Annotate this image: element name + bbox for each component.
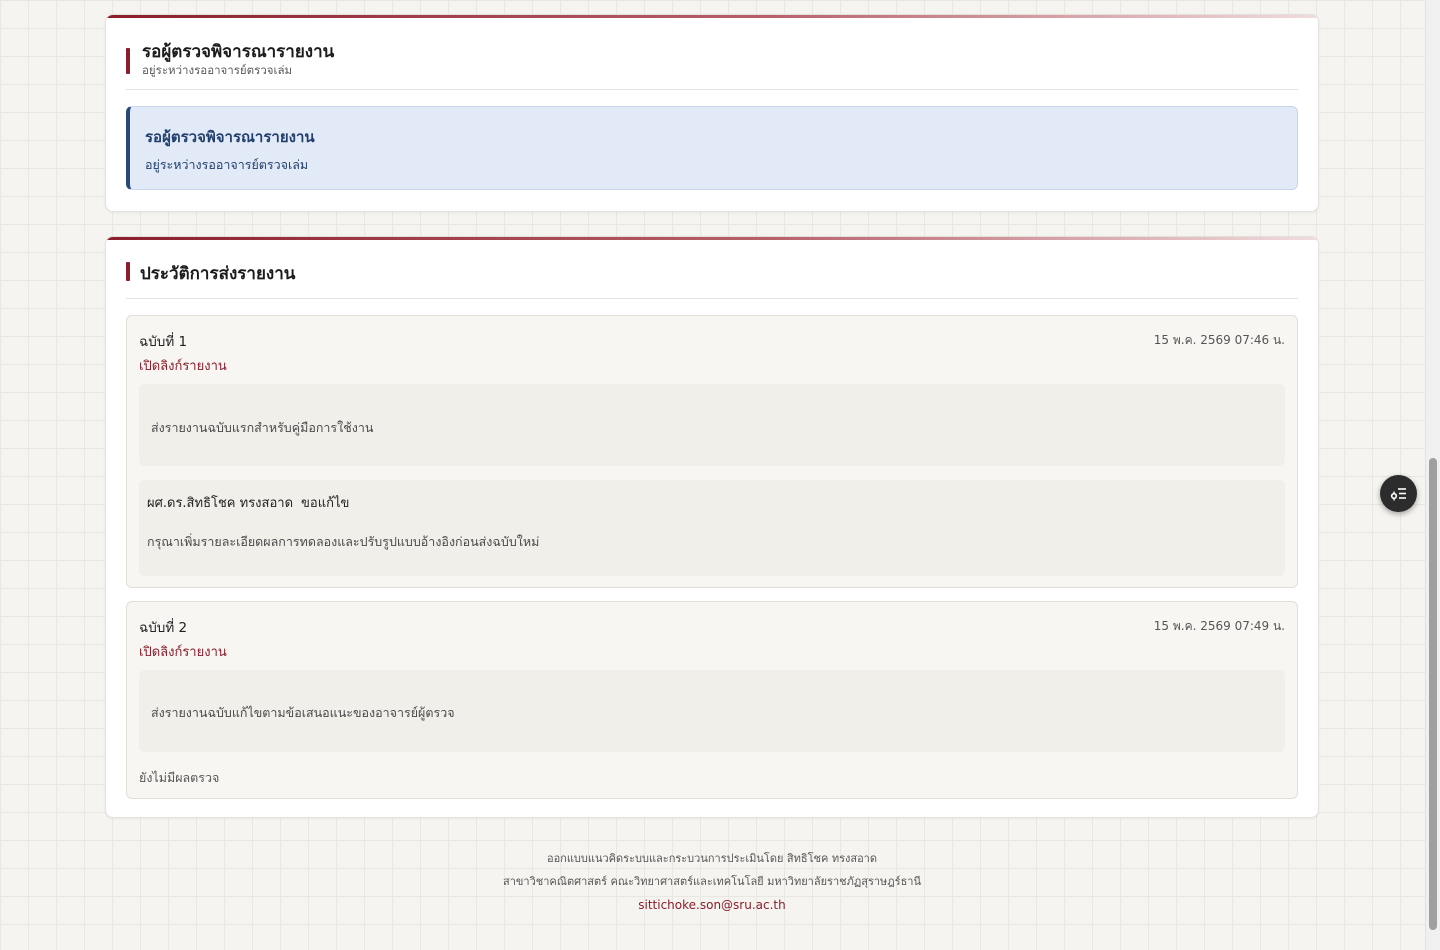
reviewer-line: ผศ.ดร.สิทธิโชค ทรงสอาด ขอแก้ไข	[147, 492, 349, 513]
review-result: ผศ.ดร.สิทธิโชค ทรงสอาด ขอแก้ไข กรุณาเพิ่ม…	[139, 480, 1285, 576]
open-report-link[interactable]: เปิดลิงก์รายงาน	[139, 355, 227, 376]
reviewer-name: ผศ.ดร.สิทธิโชค ทรงสอาด	[147, 496, 294, 511]
scrollbar-thumb[interactable]	[1429, 458, 1437, 930]
review-verdict: ขอแก้ไข	[301, 496, 350, 511]
submission-note-text: ส่งรายงานฉบับแก้ไขตามข้อเสนอแนะของอาจารย…	[151, 705, 455, 720]
history-card: ประวัติการส่งรายงาน ฉบับที่ 1 15 พ.ค. 25…	[105, 236, 1319, 818]
history-card-header: ประวัติการส่งรายงาน	[126, 257, 1298, 299]
card-top-accent	[106, 237, 1318, 240]
card-top-accent	[106, 15, 1318, 18]
page-scrollbar[interactable]	[1425, 0, 1440, 950]
submission-note-text: ส่งรายงานฉบับแรกสำหรับคู่มือการใช้งาน	[151, 420, 374, 435]
header-accent-bar	[126, 48, 130, 74]
header-accent-bar	[126, 262, 130, 281]
status-box: รอผู้ตรวจพิจารณารายงาน อยู่ระหว่างรออาจา…	[126, 106, 1298, 190]
version-date: 15 พ.ค. 2569 07:46 น.	[1153, 333, 1285, 347]
footer-affiliation: สาขาวิชาคณิตศาสตร์ คณะวิทยาศาสตร์และเทคโ…	[503, 875, 921, 888]
status-card: รอผู้ตรวจพิจารณารายงาน อยู่ระหว่างรออาจา…	[105, 14, 1319, 212]
page-viewport: รอผู้ตรวจพิจารณารายงาน อยู่ระหว่างรออาจา…	[0, 0, 1425, 950]
status-box-title: รอผู้ตรวจพิจารณารายงาน	[145, 128, 315, 146]
page-footer: ออกแบบแนวคิดระบบและกระบวนการประเมินโดย ส…	[105, 850, 1319, 919]
version-item-1: ฉบับที่ 1 15 พ.ค. 2569 07:46 น. เปิดลิงก…	[126, 315, 1298, 588]
version-date: 15 พ.ค. 2569 07:49 น.	[1153, 619, 1285, 633]
status-box-description: อยู่ระหว่างรออาจารย์ตรวจเล่ม	[145, 157, 309, 172]
review-comment: กรุณาเพิ่มรายละเอียดผลการทดลองและปรับรูป…	[147, 534, 540, 549]
version-label: ฉบับที่ 1	[139, 334, 188, 350]
status-card-subtitle: อยู่ระหว่างรออาจารย์ตรวจเล่ม	[142, 63, 293, 77]
footer-email-link[interactable]: sittichoke.son@sru.ac.th	[105, 896, 1319, 919]
version-item-2: ฉบับที่ 2 15 พ.ค. 2569 07:49 น. เปิดลิงก…	[126, 601, 1298, 799]
footer-credit: ออกแบบแนวคิดระบบและกระบวนการประเมินโดย ส…	[546, 852, 878, 865]
status-card-title: รอผู้ตรวจพิจารณารายงาน	[142, 42, 335, 62]
submission-note: ส่งรายงานฉบับแรกสำหรับคู่มือการใช้งาน	[139, 384, 1285, 466]
history-card-title: ประวัติการส่งรายงาน	[140, 264, 296, 284]
status-card-header: รอผู้ตรวจพิจารณารายงาน อยู่ระหว่างรออาจา…	[126, 35, 1298, 90]
open-report-link[interactable]: เปิดลิงก์รายงาน	[139, 641, 227, 662]
floating-menu-button[interactable]	[1380, 475, 1417, 512]
submission-note: ส่งรายงานฉบับแก้ไขตามข้อเสนอแนะของอาจารย…	[139, 670, 1285, 752]
no-review-text: ยังไม่มีผลตรวจ	[139, 770, 220, 785]
version-label: ฉบับที่ 2	[139, 620, 188, 636]
list-settings-icon	[1390, 488, 1406, 501]
